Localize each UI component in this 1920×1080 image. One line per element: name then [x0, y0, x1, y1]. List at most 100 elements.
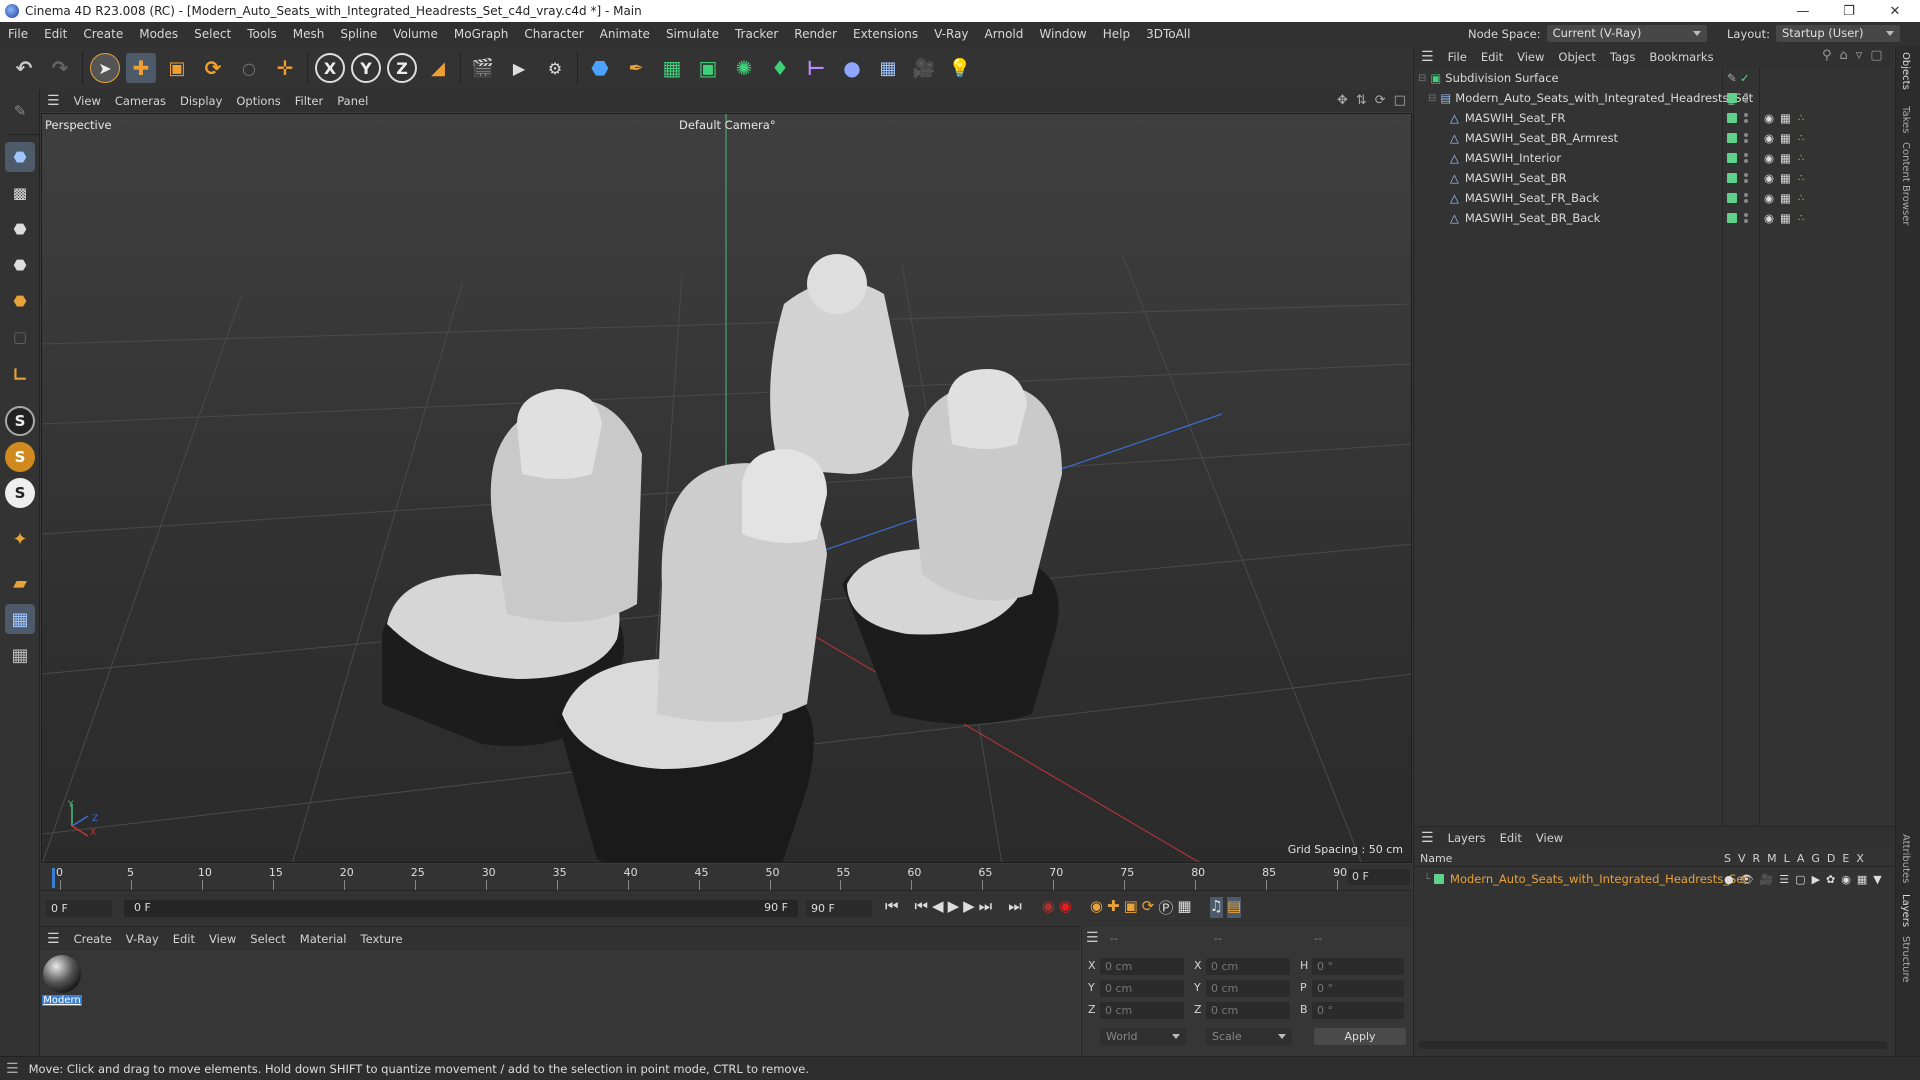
playhead[interactable] [52, 868, 55, 888]
node-space-dropdown[interactable]: Current (V-Ray) [1546, 25, 1707, 42]
menu-render[interactable]: Render [786, 22, 845, 46]
material-tag-icon[interactable]: ▦ [1780, 151, 1791, 165]
visibility-dots-icon[interactable] [1744, 213, 1748, 223]
menu-tools[interactable]: Tools [239, 22, 285, 46]
hamburger-icon[interactable]: ☰ [6, 1061, 19, 1077]
grid-icon[interactable]: ▦ [5, 604, 35, 634]
go-to-end-icon[interactable]: ⏭ [1008, 897, 1022, 918]
points-mode-icon[interactable]: ⬣ [5, 214, 35, 244]
material-menu-texture[interactable]: Texture [354, 932, 410, 946]
menu-select[interactable]: Select [186, 22, 239, 46]
layer-menu-layers[interactable]: Layers [1441, 831, 1493, 845]
texture-tag-icon[interactable]: ∴ [1798, 113, 1804, 124]
object-row[interactable]: △ MASWIH_Seat_BR_Back ◉ ▦ ∴ [1414, 208, 1895, 228]
timeline-window-icon[interactable]: ▤ [1226, 897, 1242, 918]
object-row[interactable]: △ MASWIH_Seat_BR_Armrest ◉ ▦ ∴ [1414, 128, 1895, 148]
menu-extensions[interactable]: Extensions [845, 22, 926, 46]
object-row[interactable]: ⊟ ▣ Subdivision Surface ✎ ✓ [1414, 68, 1895, 88]
vray-tag-icon[interactable]: ◉ [1764, 151, 1774, 165]
snap-settings-icon[interactable]: S [5, 442, 35, 472]
material-menu-select[interactable]: Select [243, 932, 292, 946]
viewport-menu-options[interactable]: Options [229, 94, 287, 108]
generator-toggle-icon[interactable]: ✿ [1826, 873, 1835, 886]
record-icon[interactable]: ◉ [1059, 897, 1072, 918]
animation-mode-icon[interactable]: ♫ [1209, 897, 1223, 918]
object-row[interactable]: ⊟ ▤ Modern_Auto_Seats_with_Integrated_He… [1414, 88, 1895, 108]
layer-horizontal-scrollbar[interactable] [1418, 1041, 1888, 1049]
tab-layers[interactable]: Layers [1900, 894, 1911, 927]
texture-tag-icon[interactable]: ∴ [1798, 153, 1804, 164]
collapse-icon[interactable]: ⊟ [1418, 73, 1426, 84]
hamburger-icon[interactable]: ☰ [1414, 830, 1441, 846]
menu-3dtoall[interactable]: 3DToAll [1138, 22, 1198, 46]
menu-volume[interactable]: Volume [385, 22, 446, 46]
redo-icon[interactable]: ↷ [45, 53, 75, 83]
3d-viewport[interactable]: Perspective Default Camera° Y Z X Grid S… [41, 113, 1412, 863]
material-tag-icon[interactable]: ▦ [1780, 211, 1791, 225]
key-rotation-icon[interactable]: ⟳ [1142, 897, 1155, 918]
layer-menu-view[interactable]: View [1529, 831, 1570, 845]
viewport-menu-filter[interactable]: Filter [288, 94, 330, 108]
next-key-icon[interactable]: ⏭ [979, 897, 993, 918]
magnet-tool-icon[interactable]: ✦ [5, 524, 35, 554]
maximize-icon[interactable]: ❐ [1826, 0, 1872, 22]
uv-mode-icon[interactable]: ▢ [5, 322, 35, 352]
menu-simulate[interactable]: Simulate [658, 22, 727, 46]
quantize-icon[interactable]: S [5, 478, 35, 508]
snap-icon[interactable]: S [5, 406, 35, 436]
menu-modes[interactable]: Modes [131, 22, 186, 46]
z-axis-lock-icon[interactable]: Z [387, 53, 417, 83]
lock-workplane-icon[interactable]: ▦ [5, 640, 35, 670]
visible-toggle-icon[interactable]: 👁 [1740, 873, 1754, 886]
layer-color-icon[interactable] [1727, 113, 1737, 123]
object-menu-object[interactable]: Object [1551, 50, 1602, 64]
vray-tag-icon[interactable]: ◉ [1764, 171, 1774, 185]
object-row[interactable]: △ MASWIH_Seat_FR_Back ◉ ▦ ∴ [1414, 188, 1895, 208]
prev-frame-icon[interactable]: ◀ [932, 897, 944, 918]
animation-toggle-icon[interactable]: ▶ [1812, 873, 1820, 886]
enabled-check-icon[interactable]: ✓ [1740, 71, 1750, 85]
recent-tools-icon[interactable]: ○ [234, 53, 264, 83]
manager-toggle-icon[interactable]: ☰ [1779, 873, 1789, 886]
material-swatch[interactable]: Modern [42, 954, 82, 1010]
hamburger-icon[interactable]: ☰ [40, 931, 67, 947]
field-icon[interactable]: ● [837, 53, 867, 83]
material-tag-icon[interactable]: ▦ [1780, 171, 1791, 185]
object-row[interactable]: △ MASWIH_Seat_FR ◉ ▦ ∴ [1414, 108, 1895, 128]
visibility-dots-icon[interactable] [1744, 153, 1748, 163]
autokey-icon[interactable]: ◉ [1042, 897, 1055, 918]
x-axis-lock-icon[interactable]: X [315, 53, 345, 83]
key-position-icon[interactable]: ✚ [1107, 897, 1120, 918]
object-menu-edit[interactable]: Edit [1474, 50, 1510, 64]
edges-mode-icon[interactable]: ⬣ [5, 250, 35, 280]
camera-label[interactable]: Default Camera° [679, 118, 776, 132]
make-editable-icon[interactable]: ✎ [5, 96, 35, 126]
material-menu-vray[interactable]: V-Ray [119, 932, 166, 946]
floor-environment-icon[interactable]: ▦ [873, 53, 903, 83]
render-picture-viewer-icon[interactable]: ▶ [504, 53, 534, 83]
deformer-toggle-icon[interactable]: ◉ [1841, 873, 1851, 886]
solo-toggle-icon[interactable]: ● [1724, 873, 1734, 886]
pen-spline-icon[interactable]: ✒ [621, 53, 651, 83]
material-tag-icon[interactable]: ▦ [1780, 111, 1791, 125]
live-selection-icon[interactable]: ➤ [90, 53, 120, 83]
edit-icon[interactable]: ✎ [1727, 71, 1737, 85]
end-frame-field[interactable]: 90 F [806, 900, 872, 917]
size-x-field[interactable]: 0 cm [1206, 958, 1290, 975]
layout-dropdown[interactable]: Startup (User) [1775, 25, 1900, 42]
menu-mograph[interactable]: MoGraph [446, 22, 517, 46]
key-pla-icon[interactable]: ▦ [1177, 897, 1191, 918]
rotate-tool-icon[interactable]: ⟳ [198, 53, 228, 83]
model-mode-icon[interactable]: ⬣ [5, 142, 35, 172]
camera-icon[interactable]: 🎥 [909, 53, 939, 83]
coordinate-mode-dropdown[interactable]: World [1100, 1028, 1186, 1045]
menu-vray[interactable]: V-Ray [926, 22, 976, 46]
texture-tag-icon[interactable]: ∴ [1798, 173, 1804, 184]
material-menu-material[interactable]: Material [293, 932, 354, 946]
viewport-menu-panel[interactable]: Panel [330, 94, 375, 108]
layer-color-icon[interactable] [1727, 173, 1737, 183]
lock-toggle-icon[interactable]: ▢ [1795, 873, 1805, 886]
position-z-field[interactable]: 0 cm [1100, 1002, 1184, 1019]
tab-content-browser[interactable]: Content Browser [1900, 142, 1911, 225]
undo-icon[interactable]: ↶ [9, 53, 39, 83]
